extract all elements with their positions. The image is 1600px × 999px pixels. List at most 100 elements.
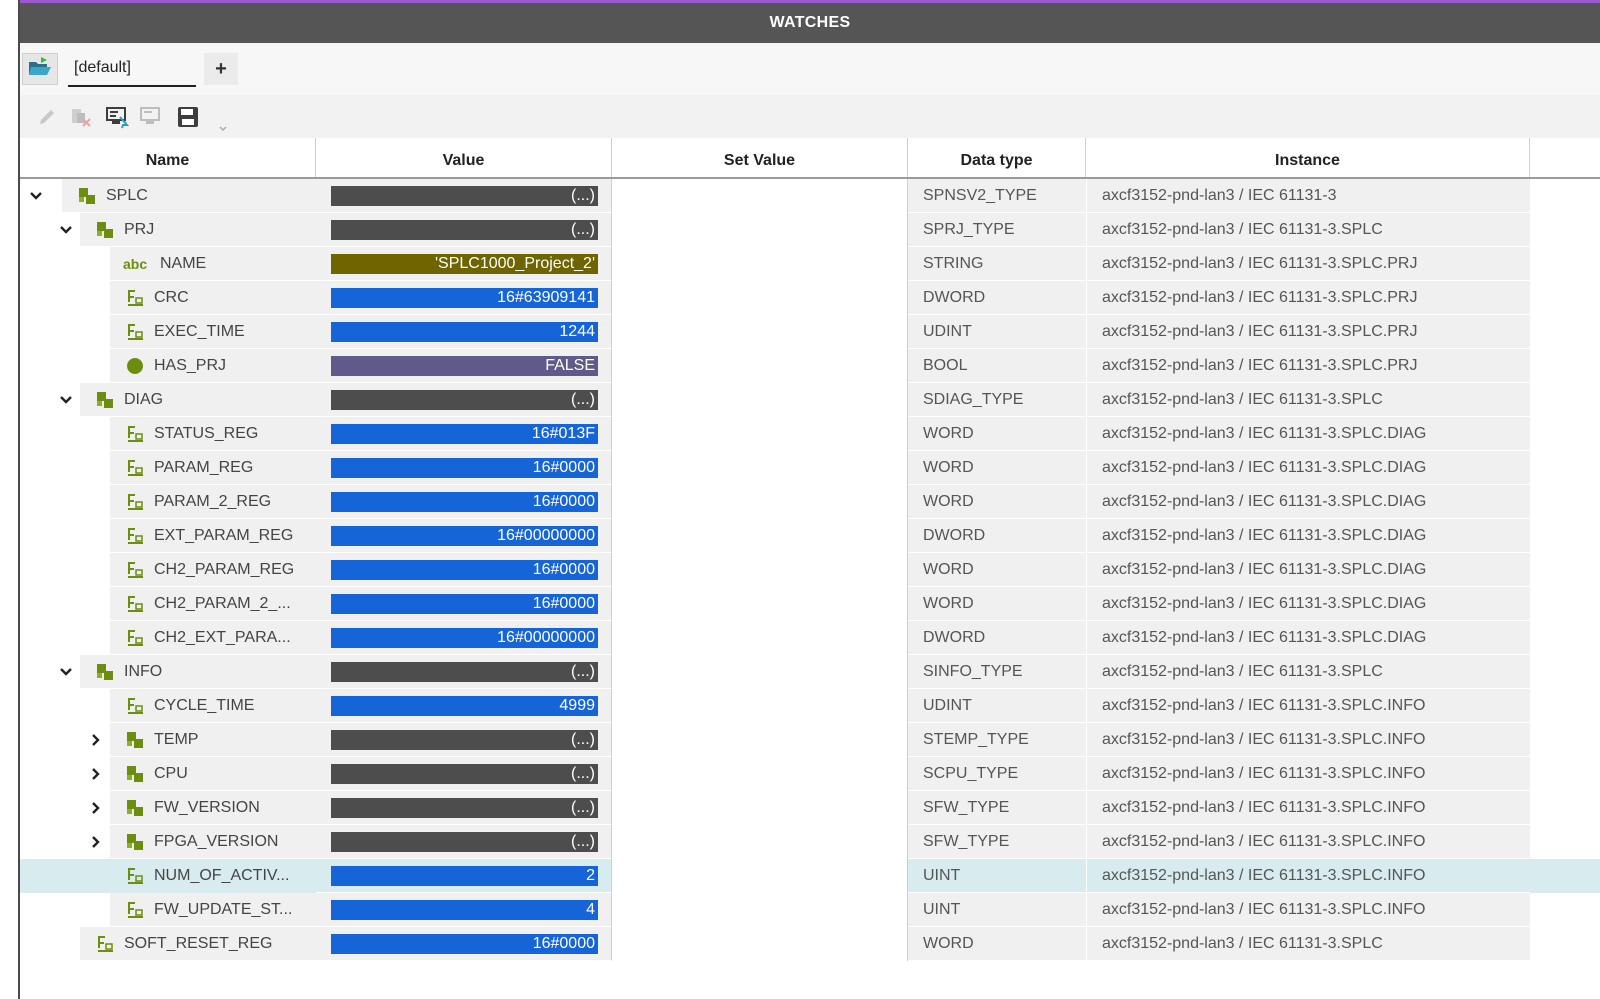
table-row[interactable]: INFO (...) SINFO_TYPE axcf3152-pnd-lan3 / I… — [20, 655, 1600, 689]
set-value-cell[interactable] — [612, 519, 908, 553]
name-cell[interactable]: PRJ — [20, 213, 316, 247]
set-value-cell[interactable] — [612, 349, 908, 383]
column-header-data-type[interactable]: Data type — [908, 138, 1086, 177]
set-value-cell[interactable] — [612, 927, 908, 961]
add-tab-button[interactable]: + — [204, 53, 238, 85]
name-cell[interactable]: HAS_PRJ — [20, 349, 316, 383]
name-cell[interactable]: TEMP — [20, 723, 316, 757]
set-value-cell[interactable] — [612, 451, 908, 485]
open-watch-list-button[interactable] — [22, 53, 58, 85]
set-value-cell[interactable] — [612, 417, 908, 451]
monitor-icon[interactable] — [138, 104, 164, 130]
name-cell[interactable]: PARAM_REG — [20, 451, 316, 485]
set-value-cell[interactable] — [612, 213, 908, 247]
name-cell[interactable]: PARAM_2_REG — [20, 485, 316, 519]
name-cell[interactable]: STATUS_REG — [20, 417, 316, 451]
table-row[interactable]: SOFT_RESET_REG 16#0000 WORD axcf3152-pnd-la… — [20, 927, 1600, 961]
variable-name: PARAM_REG — [154, 458, 254, 476]
table-row[interactable]: NUM_OF_ACTIV... 2 UINT axcf3152-pnd-lan3 / … — [20, 859, 1600, 893]
value-display: (...) — [331, 763, 598, 784]
chevron-down-icon[interactable] — [56, 655, 76, 689]
set-value-cell[interactable] — [612, 859, 908, 893]
set-value-cell[interactable] — [612, 791, 908, 825]
chevron-down-icon[interactable] — [218, 121, 228, 132]
table-row[interactable]: CPU (...) SCPU_TYPE axcf3152-pnd-lan3 / IEC… — [20, 757, 1600, 791]
name-cell[interactable]: SOFT_RESET_REG — [20, 927, 316, 961]
name-cell[interactable]: CH2_PARAM_REG — [20, 553, 316, 587]
set-value-cell[interactable] — [612, 247, 908, 281]
column-header-name[interactable]: Name — [20, 138, 316, 177]
set-value-cell[interactable] — [612, 587, 908, 621]
chevron-right-icon[interactable] — [86, 757, 106, 791]
set-value-cell[interactable] — [612, 723, 908, 757]
name-cell[interactable]: CH2_EXT_PARA... — [20, 621, 316, 655]
set-value-cell[interactable] — [612, 655, 908, 689]
table-row[interactable]: CYCLE_TIME 4999 UDINT axcf3152-pnd-lan3 / I… — [20, 689, 1600, 723]
name-cell[interactable]: FW_UPDATE_ST... — [20, 893, 316, 927]
table-row[interactable]: STATUS_REG 16#013F WORD axcf3152-pnd-lan3 /… — [20, 417, 1600, 451]
name-cell[interactable]: CH2_PARAM_2_... — [20, 587, 316, 621]
value-display: 4 — [331, 899, 598, 920]
table-row[interactable]: FW_UPDATE_ST... 4 UINT axcf3152-pnd-lan3 / … — [20, 893, 1600, 927]
table-row[interactable]: CH2_PARAM_2_... 16#0000 WORD axcf3152-pnd-l… — [20, 587, 1600, 621]
set-value-cell[interactable] — [612, 825, 908, 859]
chevron-right-icon[interactable] — [86, 825, 106, 859]
name-cell[interactable]: NUM_OF_ACTIV... — [20, 859, 316, 893]
set-value-cell[interactable] — [612, 621, 908, 655]
table-row[interactable]: PARAM_REG 16#0000 WORD axcf3152-pnd-lan3 / … — [20, 451, 1600, 485]
table-row[interactable]: CH2_PARAM_REG 16#0000 WORD axcf3152-pnd-lan… — [20, 553, 1600, 587]
chevron-right-icon[interactable] — [86, 791, 106, 825]
name-cell[interactable]: CRC — [20, 281, 316, 315]
name-cell[interactable]: EXT_PARAM_REG — [20, 519, 316, 553]
variable-name: TEMP — [154, 730, 199, 748]
set-value-cell[interactable] — [612, 893, 908, 927]
table-row[interactable]: abc NAME 'SPLC1000_Project_2' STRING axcf315… — [20, 247, 1600, 281]
set-value-cell[interactable] — [612, 383, 908, 417]
column-header-value[interactable]: Value — [316, 138, 612, 177]
chevron-down-icon[interactable] — [56, 213, 76, 247]
table-row[interactable]: EXEC_TIME 1244 UDINT axcf3152-pnd-lan3 / IE… — [20, 315, 1600, 349]
set-value-cell[interactable] — [612, 485, 908, 519]
set-value-cell[interactable] — [612, 281, 908, 315]
chevron-right-icon[interactable] — [86, 723, 106, 757]
column-header-instance[interactable]: Instance — [1086, 138, 1530, 177]
chevron-down-icon[interactable] — [56, 383, 76, 417]
set-value-cell[interactable] — [612, 553, 908, 587]
table-row[interactable]: EXT_PARAM_REG 16#00000000 DWORD axcf3152-pn… — [20, 519, 1600, 553]
pencil-icon[interactable] — [34, 104, 60, 130]
set-value-cell[interactable] — [612, 689, 908, 723]
chevron-down-icon[interactable] — [26, 179, 46, 213]
set-value-cell[interactable] — [612, 757, 908, 791]
delete-variable-icon[interactable] — [68, 104, 94, 130]
table-row[interactable]: PARAM_2_REG 16#0000 WORD axcf3152-pnd-lan3 … — [20, 485, 1600, 519]
name-cell[interactable]: EXEC_TIME — [20, 315, 316, 349]
table-row[interactable]: FW_VERSION (...) SFW_TYPE axcf3152-pnd-lan3… — [20, 791, 1600, 825]
instance-cell: axcf3152-pnd-lan3 / IEC 61131-3.SPLC — [1086, 927, 1530, 961]
name-cell[interactable]: CYCLE_TIME — [20, 689, 316, 723]
table-row[interactable]: SPLC (...) SPNSV2_TYPE axcf3152-pnd-lan3 / … — [20, 179, 1600, 213]
set-value-cell[interactable] — [612, 179, 908, 213]
table-row[interactable]: DIAG (...) SDIAG_TYPE axcf3152-pnd-lan3 / I… — [20, 383, 1600, 417]
tab-default[interactable]: [default] — [68, 53, 196, 87]
name-cell-bg: CH2_PARAM_REG — [110, 553, 316, 586]
table-row[interactable]: TEMP (...) STEMP_TYPE axcf3152-pnd-lan3 / I… — [20, 723, 1600, 757]
table-row[interactable]: FPGA_VERSION (...) SFW_TYPE axcf3152-pnd-la… — [20, 825, 1600, 859]
name-cell[interactable]: FW_VERSION — [20, 791, 316, 825]
save-icon[interactable] — [175, 104, 201, 130]
column-header-set-value[interactable]: Set Value — [612, 138, 908, 177]
name-cell[interactable]: abc NAME — [20, 247, 316, 281]
monitor-select-icon[interactable] — [104, 104, 130, 130]
table-row[interactable]: CRC 16#63909141 DWORD axcf3152-pnd-lan3 / I… — [20, 281, 1600, 315]
name-cell[interactable]: FPGA_VERSION — [20, 825, 316, 859]
name-cell[interactable]: DIAG — [20, 383, 316, 417]
table-row[interactable]: HAS_PRJ FALSE BOOL axcf3152-pnd-lan3 / IEC … — [20, 349, 1600, 383]
set-value-cell[interactable] — [612, 315, 908, 349]
value-cell: 4999 — [316, 689, 612, 723]
name-cell[interactable]: SPLC — [20, 179, 316, 213]
name-cell[interactable]: INFO — [20, 655, 316, 689]
table-row[interactable]: CH2_EXT_PARA... 16#00000000 DWORD axcf3152-… — [20, 621, 1600, 655]
name-cell[interactable]: CPU — [20, 757, 316, 791]
table-row[interactable]: PRJ (...) SPRJ_TYPE axcf3152-pnd-lan3 / IEC… — [20, 213, 1600, 247]
elementary-icon — [124, 865, 146, 887]
value-display: 16#00000000 — [331, 525, 598, 546]
